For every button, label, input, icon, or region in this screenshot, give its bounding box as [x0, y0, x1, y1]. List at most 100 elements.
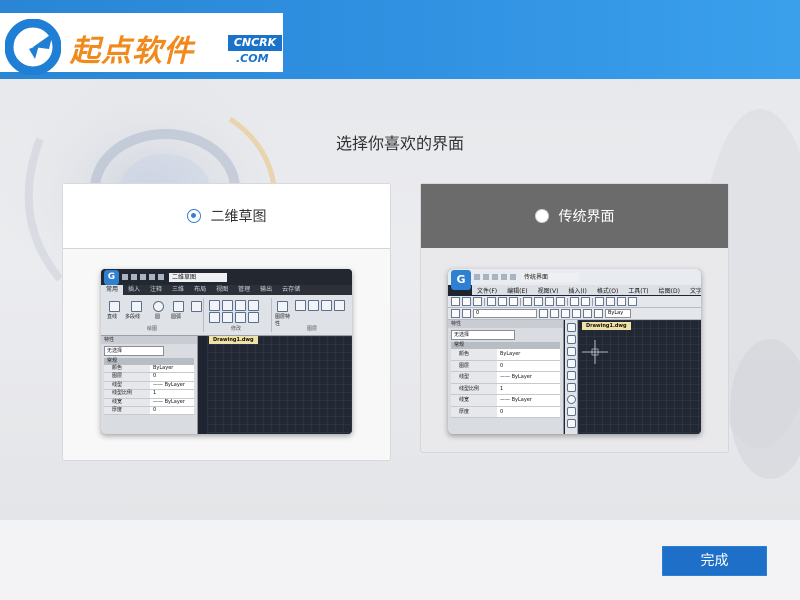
property-key: 线宽 [104, 398, 150, 406]
layer-properties-icon [277, 301, 288, 312]
layer-uniso-icon [583, 309, 592, 318]
app-logo-icon: G [104, 269, 119, 285]
open-icon [462, 297, 471, 306]
zoom-window-icon [617, 297, 626, 306]
logo-badge: CNCRK .COM [228, 35, 282, 69]
rectangle-tool-icon [567, 371, 576, 380]
open-file-icon [131, 274, 137, 280]
ribbon-tab: 插入 [128, 286, 141, 293]
panel-title: 特性 [448, 320, 563, 328]
preview-titlebar: G 传统界面 [448, 269, 701, 290]
new-file-icon [122, 274, 128, 280]
property-row: 线型比例 1 [104, 390, 194, 399]
property-row: 颜色 ByLayer [104, 365, 194, 374]
radio-selected-icon[interactable] [186, 209, 201, 223]
revcloud-tool-icon [567, 407, 576, 416]
circle-tool-icon [153, 301, 164, 312]
logo-text: 起点软件 [70, 34, 194, 69]
property-value: —— ByLayer [150, 381, 194, 390]
construction-line-icon [567, 335, 576, 344]
publish-icon [509, 297, 518, 306]
drawing-canvas [207, 336, 352, 434]
redo-icon [581, 297, 590, 306]
ribbon-group-draw: 直线 多段线 圆 圆弧 绘图 [103, 298, 204, 332]
trim-icon [209, 312, 220, 323]
spline-tool-icon [567, 419, 576, 428]
option-header-2d-sketch[interactable]: 二维草图 [63, 184, 390, 249]
save-icon [492, 274, 498, 280]
property-row: 厚度 0 [104, 406, 194, 416]
property-value: —— ByLayer [497, 395, 560, 406]
property-row: 线型比例 1 [451, 383, 560, 395]
properties-section: 常规 [451, 342, 560, 349]
ribbon-tab: 管理 [238, 286, 251, 293]
tool-label: 多段线 [125, 314, 141, 320]
workspace-select: 传统界面 [521, 272, 579, 282]
selection-dropdown: 无选择 [104, 346, 164, 356]
layer-manager-icon [451, 309, 460, 318]
property-value: 0 [150, 373, 194, 381]
extend-icon [222, 312, 233, 323]
polygon-tool-icon [567, 359, 576, 368]
lightbulb-icon [462, 309, 471, 318]
pan-icon [595, 297, 604, 306]
option-card-2d-sketch[interactable]: 二维草图 G 二维草图 常用 插入 注释 三维 布局 视图 管理 输出 云存储 … [62, 183, 391, 461]
rotate-icon [235, 300, 246, 311]
toolbar-separator [484, 297, 485, 306]
ribbon-tab: 常用 [101, 285, 124, 295]
preview-2d-sketch: G 二维草图 常用 插入 注释 三维 布局 视图 管理 输出 云存储 直线 多段… [101, 269, 352, 434]
layer-dropdown: 0 [473, 309, 537, 318]
done-button[interactable]: 完成 [662, 546, 767, 576]
brand-logo: 起点软件 CNCRK .COM [0, 13, 283, 75]
ribbon-tab: 云存储 [282, 286, 301, 293]
polyline-tool-icon [567, 347, 576, 356]
tool-label: 图层特性 [275, 314, 291, 327]
new-file-icon [474, 274, 480, 280]
properties-panel: 特性 无选择 常规 颜色 ByLayer 图层 0 线型 —— ByLayer 线型比… [101, 336, 198, 434]
property-key: 厚度 [104, 406, 150, 415]
layers-toolbar: 0 ByLay [448, 308, 701, 320]
cut-icon [523, 297, 532, 306]
menu-item: 文件(F) [477, 287, 498, 295]
menu-bar: 文件(F) 编辑(E) 视图(V) 插入(I) 格式(O) 工具(T) 绘图(D… [472, 285, 701, 295]
ribbon-group-layer: 图层特性 图层 [273, 298, 350, 332]
print-icon [487, 297, 496, 306]
polyline-tool-icon [131, 301, 142, 312]
layer-iso-icon [572, 309, 581, 318]
option-header-classic[interactable]: 传统界面 [421, 184, 728, 248]
layer-state-icon [295, 300, 306, 311]
preview-classic: G 传统界面 文件(F) 编辑(E) 视图(V) 插入(I) 格式(O) 工具(… [448, 269, 701, 434]
open-file-icon [483, 274, 489, 280]
undo-icon [158, 274, 164, 280]
property-row: 图层 0 [451, 360, 560, 372]
layer-off-icon [594, 309, 603, 318]
layer-lock-icon [321, 300, 332, 311]
property-value: 0 [497, 406, 560, 417]
property-value: 1 [497, 383, 560, 394]
property-row: 厚度 0 [451, 406, 560, 418]
menu-item: 格式(O) [596, 287, 619, 295]
property-row: 颜色 ByLayer [451, 349, 560, 361]
property-row: 图层 0 [104, 373, 194, 382]
scale-icon [248, 312, 259, 323]
property-row: 线型 —— ByLayer [451, 372, 560, 384]
copy-icon [222, 300, 233, 311]
save-icon [473, 297, 482, 306]
layer-freeze-icon [308, 300, 319, 311]
radio-unselected-icon[interactable] [534, 209, 549, 223]
circle-tool-icon [567, 395, 576, 404]
undo-icon [510, 274, 516, 280]
zoom-previous-icon [628, 297, 637, 306]
tool-label: 圆弧 [171, 314, 182, 320]
option-label: 传统界面 [558, 209, 615, 225]
property-row: 线宽 —— ByLayer [104, 398, 194, 407]
option-card-classic[interactable]: 传统界面 G 传统界面 文件(F) 编辑(E) 视图(V) 插入(I) 格式(O… [420, 183, 729, 453]
logo-badge-bottom: .COM [236, 52, 269, 65]
offset-icon [235, 312, 246, 323]
toolbar-separator [567, 297, 568, 306]
panel-title: 特性 [101, 336, 197, 344]
ribbon-group-name: 图层 [307, 326, 318, 332]
dropdown-arrow-icon [539, 309, 548, 318]
property-value: ByLayer [150, 365, 194, 373]
preview-icon [498, 297, 507, 306]
